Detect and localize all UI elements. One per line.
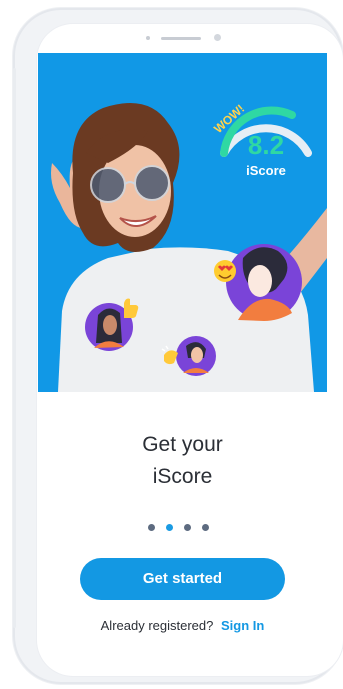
score-value: 8.2 [248,130,284,160]
phone-earpiece [0,34,343,42]
proximity-sensor [146,36,150,40]
sunglasses-lens-right [134,165,170,201]
speaker-grill [161,37,201,40]
pagination-dot[interactable] [148,524,155,531]
phone-side-edge [13,68,16,628]
avatar-small-face [191,347,203,363]
pagination-dot[interactable] [202,524,209,531]
pagination-dot-active[interactable] [166,524,173,531]
onboarding-title-line2: iScore [152,465,213,488]
front-camera [214,34,221,41]
sign-in-link[interactable]: Sign In [221,618,264,633]
get-started-button[interactable]: Get started [80,558,285,600]
pagination-dots [148,524,209,532]
sunglasses-lens-left [90,167,126,203]
onboarding-title-line1: Get your [142,433,223,456]
avatar-bubble-small [176,336,216,376]
sign-in-prompt: Already registered? Sign In [38,618,327,633]
hero-artwork: WOW! 8.2 iScore [38,53,327,392]
pagination-dot[interactable] [184,524,191,531]
already-registered-text: Already registered? [100,618,214,633]
heart-eyes-emoji-icon [214,260,236,282]
score-label: iScore [246,163,286,178]
avatar-large-face [248,265,272,297]
avatar-left-face [103,315,117,335]
hero-illustration: WOW! 8.2 iScore [38,53,327,392]
